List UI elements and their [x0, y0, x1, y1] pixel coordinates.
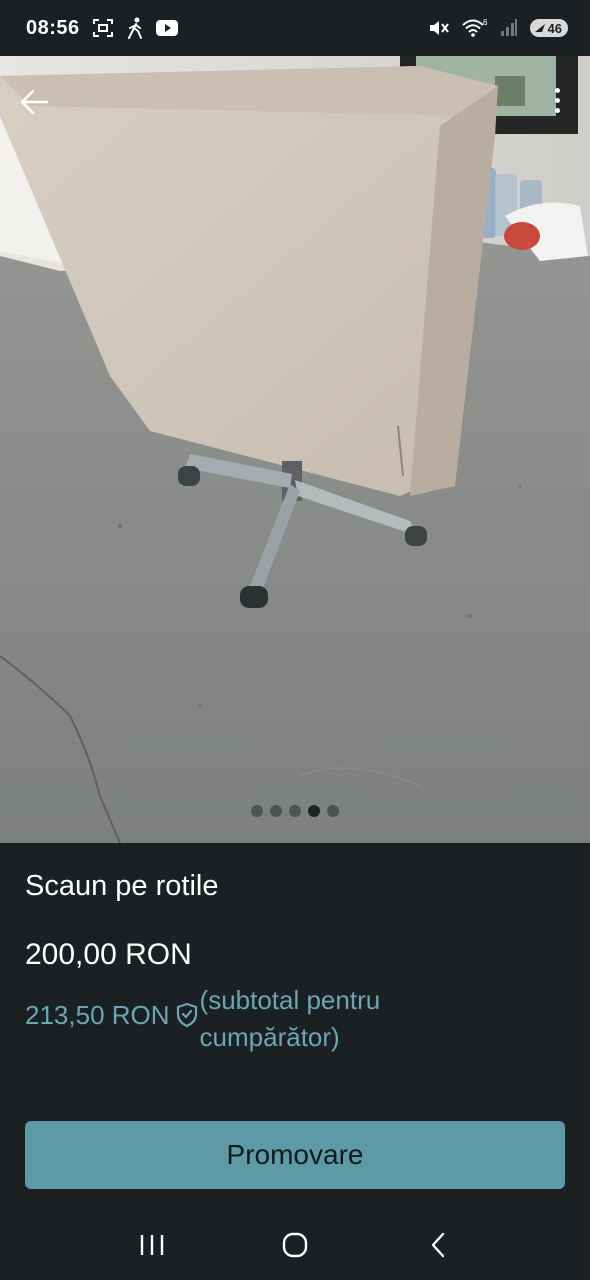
- more-dot-icon: [554, 87, 560, 93]
- more-dot-icon: [554, 107, 560, 113]
- wifi-icon: 6: [461, 18, 488, 38]
- buyer-price: 213,50 RON: [25, 1000, 170, 1030]
- back-button[interactable]: [14, 82, 54, 122]
- status-bar: 08:56 6 46: [0, 0, 590, 56]
- gallery-dot: [270, 805, 282, 817]
- status-right: 6 46: [428, 18, 568, 38]
- office-chair-photo: [0, 56, 590, 843]
- buyer-subtotal-note: (subtotal pentru cumpărător): [199, 985, 381, 1052]
- mute-icon: [428, 18, 450, 38]
- chevron-left-icon: [432, 1232, 445, 1258]
- shield-check-icon: [176, 1002, 198, 1035]
- battery-icon: [534, 24, 545, 32]
- more-options-button[interactable]: [542, 78, 572, 122]
- recent-apps-button[interactable]: [122, 1220, 182, 1270]
- battery-level: 46: [547, 20, 562, 36]
- recent-apps-icon: [140, 1235, 163, 1255]
- wifi-badge: 6: [483, 18, 488, 27]
- gallery-dot: [251, 805, 263, 817]
- home-icon: [282, 1232, 308, 1258]
- gallery-pagination: [0, 805, 590, 817]
- system-back-button[interactable]: [408, 1220, 468, 1270]
- home-button[interactable]: [265, 1220, 325, 1270]
- status-left: 08:56: [26, 17, 178, 40]
- signal-icon: [500, 19, 518, 37]
- promote-button[interactable]: Promovare: [25, 1121, 565, 1189]
- system-nav-bar: [0, 1210, 590, 1280]
- gallery-dot: [289, 805, 301, 817]
- listing-title: Scaun pe rotile: [25, 870, 219, 902]
- more-dot-icon: [554, 97, 560, 103]
- status-time: 08:56: [26, 16, 80, 39]
- walking-icon: [126, 17, 144, 39]
- battery-indicator: 46: [529, 19, 568, 37]
- youtube-icon: [155, 20, 178, 36]
- gallery-dot: [327, 805, 339, 817]
- listing-image-gallery[interactable]: [0, 56, 590, 843]
- screenshot-icon: [92, 18, 114, 38]
- arrow-left-icon: [20, 89, 49, 115]
- listing-price: 200,00 RON: [25, 938, 192, 971]
- screen: 08:56 6 46 Scaun pe rotile 200,00 RON 21…: [0, 0, 590, 1280]
- buyer-subtotal[interactable]: 213,50 RON (subtotal pentru cumpărător): [25, 982, 460, 1056]
- gallery-dot: [308, 805, 320, 817]
